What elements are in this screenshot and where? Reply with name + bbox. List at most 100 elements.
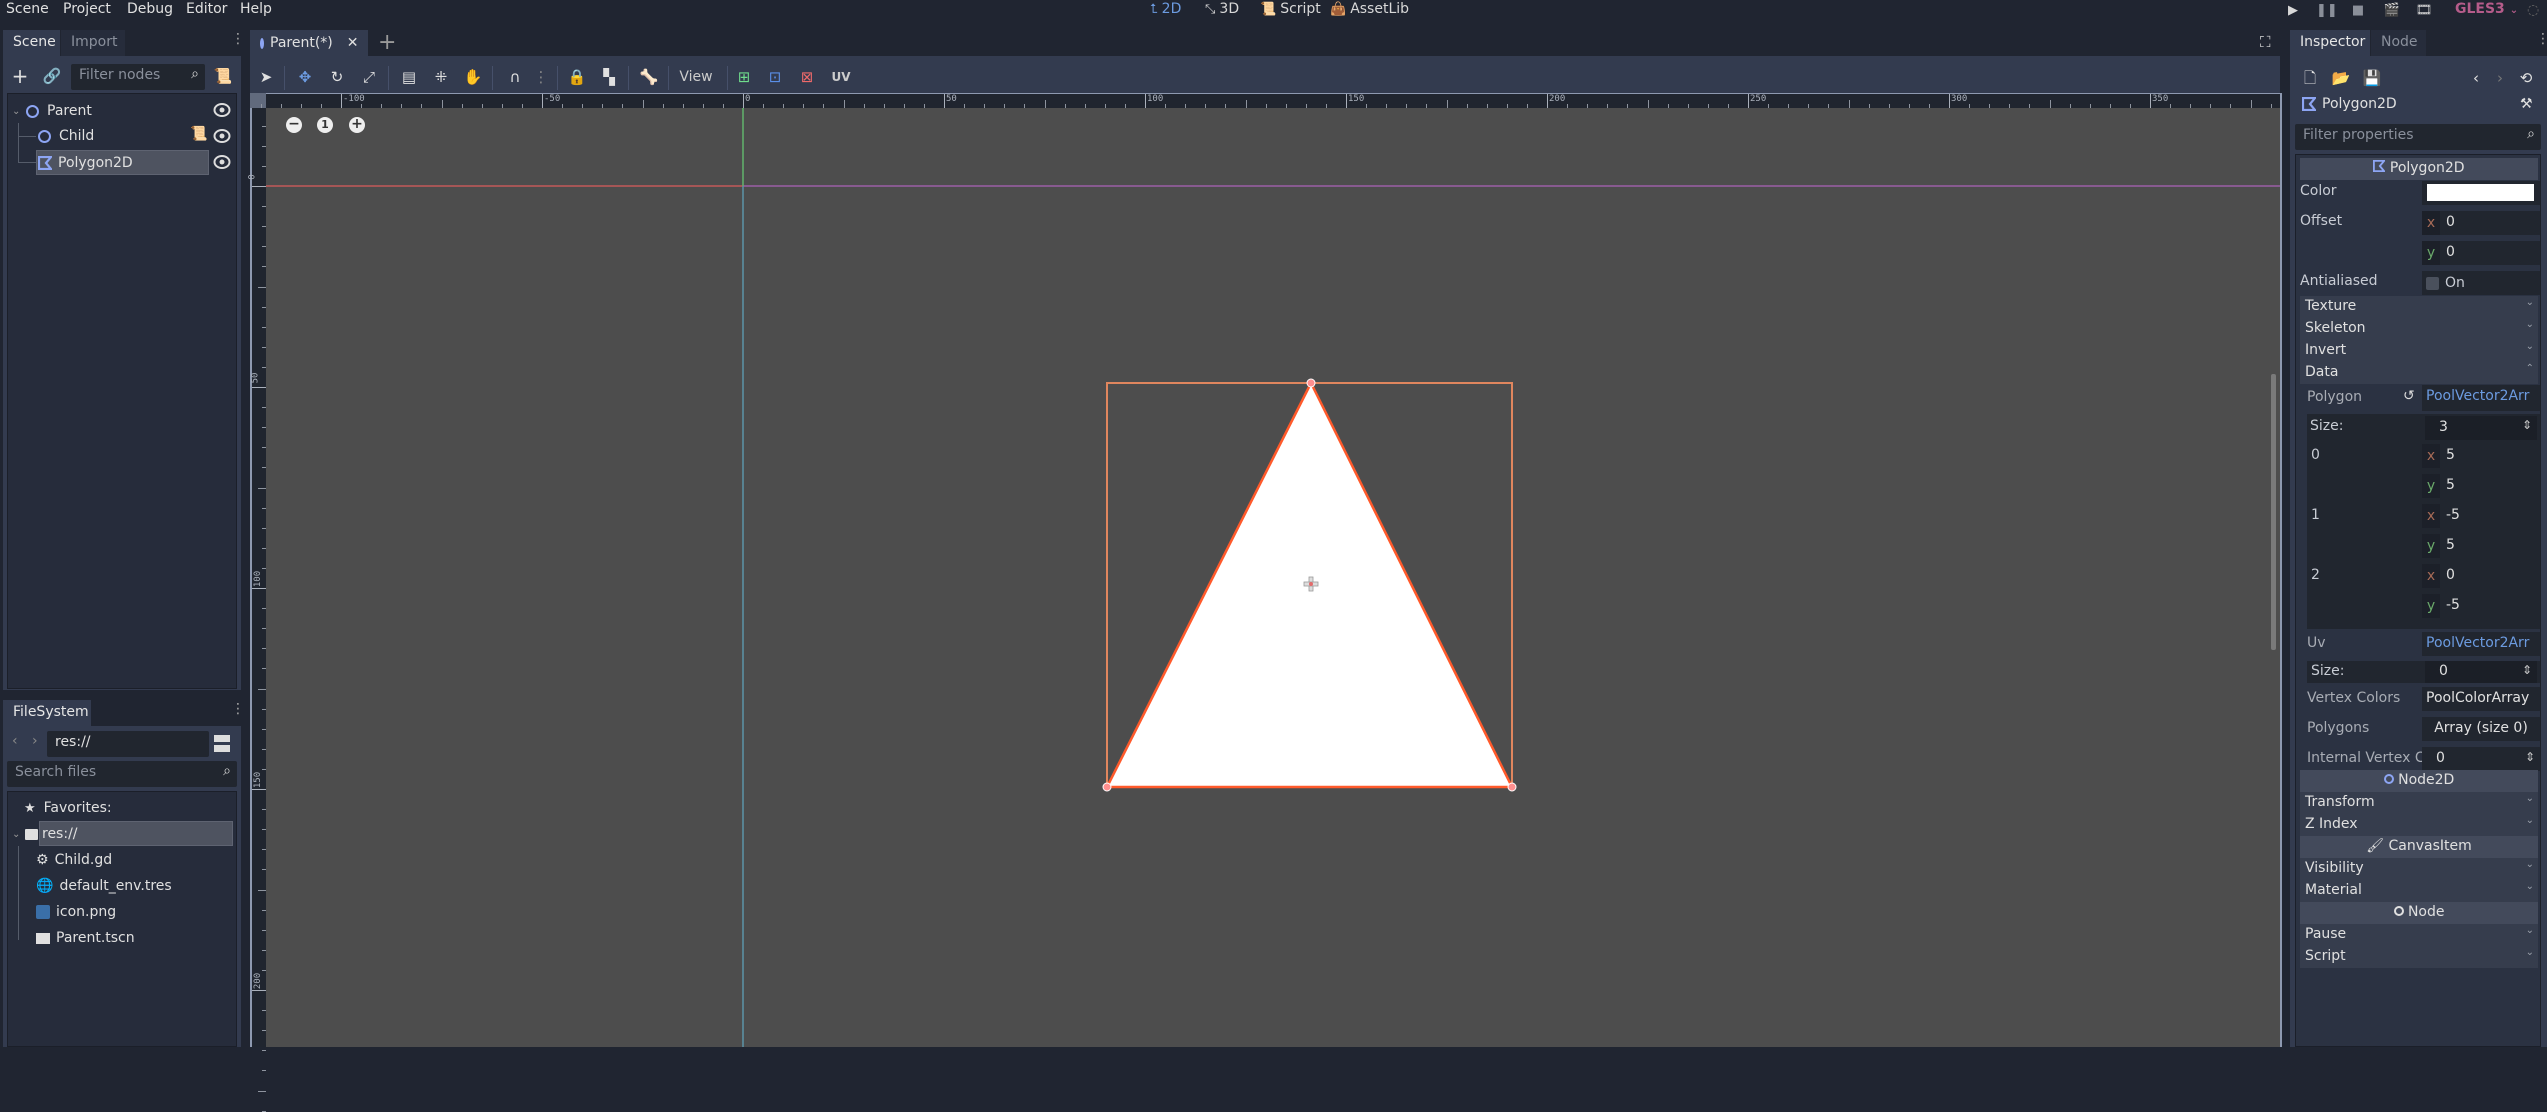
- chevron-down-icon[interactable]: ⌄: [12, 106, 26, 117]
- section-visibility[interactable]: Visibility ⌄: [2300, 858, 2538, 880]
- lock-button[interactable]: 🔒: [566, 66, 588, 88]
- uv-array-button[interactable]: PoolVector2Arr: [2422, 632, 2540, 656]
- instance-scene-button[interactable]: 🔗: [42, 66, 62, 86]
- file-item[interactable]: 🌐 default_env.tres: [36, 874, 172, 898]
- snap-toggle-button[interactable]: ∩: [504, 66, 526, 88]
- menu-scene[interactable]: Scene: [6, 1, 49, 17]
- new-resource-button[interactable]: 🗋: [2300, 68, 2320, 88]
- delete-points-button[interactable]: ⊠: [796, 66, 818, 88]
- menu-editor[interactable]: Editor: [186, 1, 227, 17]
- history-forward-button[interactable]: ›: [2490, 68, 2510, 88]
- play-scene-button[interactable]: 🎬: [2383, 2, 2401, 20]
- section-texture[interactable]: Texture ⌄: [2300, 296, 2538, 318]
- back-arrow-icon[interactable]: ‹: [12, 733, 18, 749]
- scale-mode-button[interactable]: ⤢: [358, 66, 380, 88]
- list-select-button[interactable]: ▤: [398, 66, 420, 88]
- script-icon[interactable]: 📜: [190, 126, 207, 142]
- mode-assetlib-button[interactable]: 👜 AssetLib: [1330, 1, 1409, 17]
- mode-script-button[interactable]: 📜 Script: [1260, 1, 1321, 17]
- tab-filesystem[interactable]: FileSystem: [3, 700, 91, 726]
- forward-arrow-icon[interactable]: ›: [32, 733, 38, 749]
- file-item[interactable]: Parent.tscn: [36, 926, 135, 950]
- point-x-input[interactable]: 5: [2440, 444, 2540, 468]
- zoom-reset-button[interactable]: 1: [317, 117, 333, 133]
- object-history-button[interactable]: ⟲: [2516, 68, 2536, 88]
- color-picker-button[interactable]: [2422, 181, 2540, 205]
- section-z-index[interactable]: Z Index ⌄: [2300, 814, 2538, 836]
- rotate-mode-button[interactable]: ↻: [326, 66, 348, 88]
- history-back-button[interactable]: ‹: [2466, 68, 2486, 88]
- file-item[interactable]: ⚙ Child.gd: [36, 848, 112, 872]
- antialiased-checkbox[interactable]: On: [2422, 271, 2540, 295]
- internal-vertex-spinbox[interactable]: 0 ⇕: [2422, 747, 2540, 771]
- play-custom-scene-button[interactable]: 🎞: [2415, 2, 2433, 20]
- offset-x-input[interactable]: 0: [2440, 211, 2540, 235]
- scene-dock-menu-icon[interactable]: ⋮: [231, 32, 245, 46]
- create-points-button[interactable]: ⊞: [733, 66, 755, 88]
- section-material[interactable]: Material ⌄: [2300, 880, 2538, 902]
- section-transform[interactable]: Transform ⌄: [2300, 792, 2538, 814]
- path-input[interactable]: res://: [47, 731, 209, 757]
- object-properties-button[interactable]: ⚒: [2520, 96, 2533, 112]
- pause-button[interactable]: ❚❚: [2316, 2, 2338, 20]
- tree-item-polygon2d[interactable]: Polygon2D: [38, 151, 133, 175]
- filter-properties-input[interactable]: Filter properties ⌕: [2295, 124, 2541, 150]
- scene-tab-parent[interactable]: Parent(*) ✕: [250, 30, 368, 56]
- tree-item-parent[interactable]: ⌄ Parent: [12, 99, 92, 123]
- uv-editor-button[interactable]: UV: [828, 66, 854, 88]
- tab-import[interactable]: Import: [61, 30, 125, 56]
- section-data[interactable]: Data ⌃: [2300, 362, 2538, 384]
- polygon-vertex-handle[interactable]: [1102, 782, 1112, 792]
- tab-inspector[interactable]: Inspector: [2290, 30, 2370, 56]
- section-script[interactable]: Script ⌄: [2300, 946, 2538, 968]
- visibility-eye-icon[interactable]: [213, 153, 231, 171]
- group-button[interactable]: ▚: [598, 66, 620, 88]
- skeleton-button[interactable]: 🦴: [638, 66, 660, 88]
- attach-script-button[interactable]: 📜: [213, 66, 233, 86]
- add-node-button[interactable]: +: [10, 66, 30, 86]
- section-pause[interactable]: Pause ⌄: [2300, 924, 2538, 946]
- stop-button[interactable]: ■: [2349, 2, 2367, 20]
- search-files-input[interactable]: Search files ⌕: [7, 761, 237, 787]
- visibility-eye-icon[interactable]: [213, 101, 231, 119]
- zoom-in-button[interactable]: +: [349, 117, 365, 133]
- polygon-vertex-handle[interactable]: [1507, 782, 1517, 792]
- tree-item-child[interactable]: Child: [38, 124, 94, 148]
- folder-item-res[interactable]: ⌄ res://: [12, 822, 78, 846]
- mode-3d-button[interactable]: ⤡ 3D: [1205, 1, 1239, 17]
- point-x-input[interactable]: 0: [2440, 564, 2540, 588]
- snap-options-button[interactable]: ⋮: [530, 66, 552, 88]
- polygons-array-button[interactable]: Array (size 0): [2422, 717, 2540, 741]
- polygon-array-button[interactable]: PoolVector2Arr: [2422, 385, 2540, 411]
- vertical-scrollbar[interactable]: [2271, 374, 2276, 650]
- point-y-input[interactable]: -5: [2440, 594, 2540, 618]
- menu-project[interactable]: Project: [63, 1, 111, 17]
- viewport-2d[interactable]: − 1 +: [266, 108, 2280, 1047]
- revert-icon[interactable]: ↺: [2403, 388, 2415, 404]
- polygon-size-spinbox[interactable]: 3 ⇕: [2425, 416, 2537, 440]
- move-mode-button[interactable]: ✥: [294, 66, 316, 88]
- point-y-input[interactable]: 5: [2440, 474, 2540, 498]
- point-x-input[interactable]: -5: [2440, 504, 2540, 528]
- inspector-menu-icon[interactable]: ⋮: [2536, 32, 2547, 46]
- chevron-down-icon[interactable]: ⌄: [12, 829, 25, 840]
- zoom-out-button[interactable]: −: [286, 117, 302, 133]
- add-scene-tab-button[interactable]: +: [378, 30, 396, 55]
- renderer-select[interactable]: GLES3 ⌄: [2455, 1, 2518, 17]
- polygon-vertex-handle[interactable]: [1306, 378, 1316, 388]
- mode-2d-button[interactable]: ⮤ 2D: [1150, 1, 1181, 17]
- menu-help[interactable]: Help: [240, 1, 272, 17]
- favorites-item[interactable]: ★ Favorites:: [24, 796, 112, 820]
- tab-node[interactable]: Node: [2371, 30, 2426, 56]
- filesystem-dock-menu-icon[interactable]: ⋮: [231, 702, 245, 716]
- section-skeleton[interactable]: Skeleton ⌄: [2300, 318, 2538, 340]
- pan-mode-button[interactable]: ✋: [462, 66, 484, 88]
- select-mode-button[interactable]: ➤: [255, 66, 277, 88]
- tab-scene[interactable]: Scene: [3, 30, 60, 56]
- pivot-mode-button[interactable]: ⁜: [430, 66, 452, 88]
- filter-nodes-input[interactable]: Filter nodes ⌕: [71, 64, 205, 90]
- file-item[interactable]: icon.png: [36, 900, 116, 924]
- split-view-toggle-icon[interactable]: [214, 735, 230, 753]
- point-y-input[interactable]: 5: [2440, 534, 2540, 558]
- save-resource-button[interactable]: 💾: [2362, 68, 2382, 88]
